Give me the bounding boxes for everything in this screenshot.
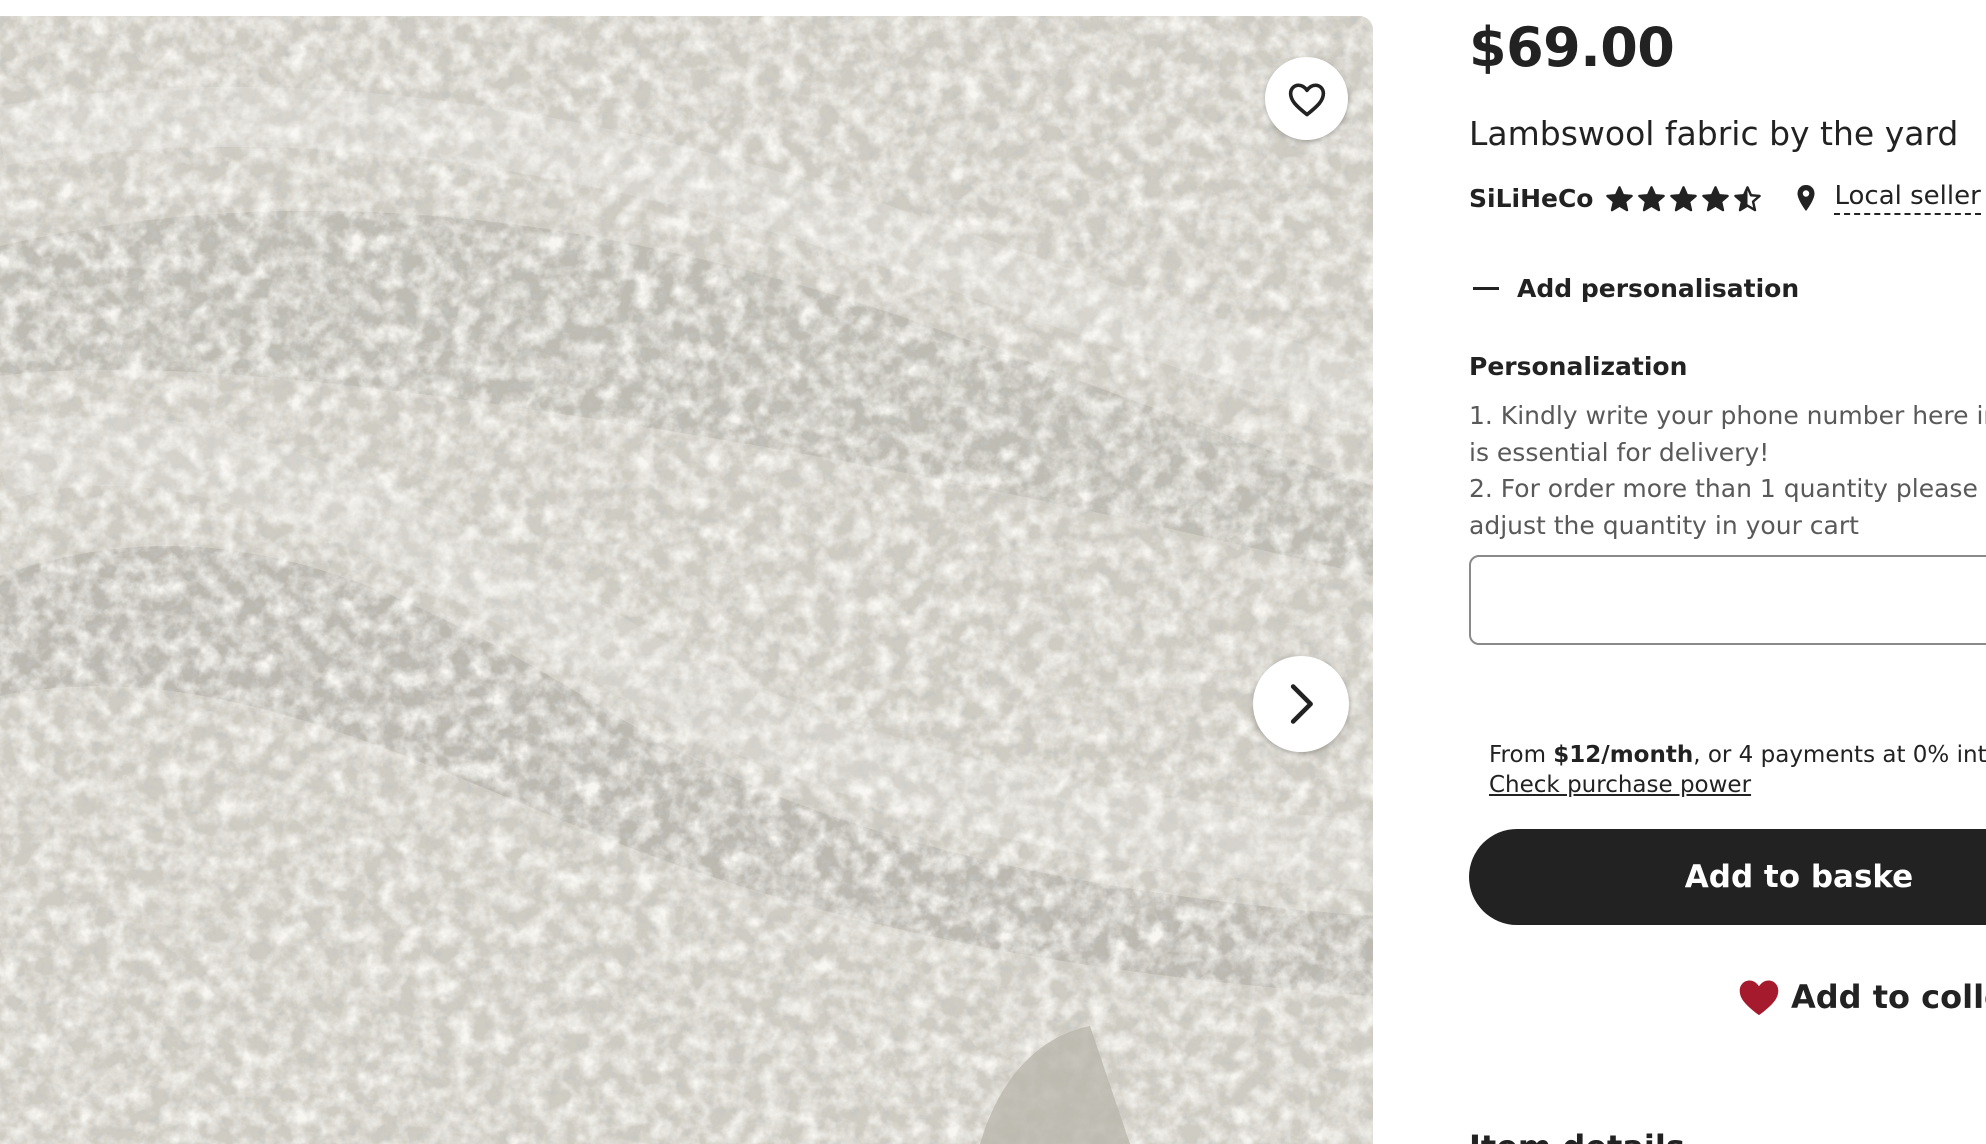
installment-info: From $12/month, or 4 payments at 0% inte… (1489, 740, 1986, 800)
seller-row: SiLiHeCo Local seller (1469, 180, 1981, 216)
star-icon (1670, 185, 1698, 211)
next-image-button[interactable] (1253, 656, 1349, 752)
product-image[interactable] (0, 16, 1373, 1144)
heart-outline-icon (1288, 82, 1325, 116)
instruction-line: is essential for delivery! (1469, 437, 1770, 467)
fabric-photo (0, 16, 1373, 1144)
item-details-heading[interactable]: Item details (1469, 1128, 1685, 1144)
add-to-basket-button[interactable]: Add to baske (1469, 829, 1986, 925)
minus-icon (1473, 286, 1499, 290)
personalization-label: Personalization (1469, 352, 1688, 381)
star-rating[interactable] (1605, 184, 1762, 213)
favorite-button[interactable] (1265, 57, 1348, 140)
add-personalisation-label: Add personalisation (1517, 273, 1800, 303)
local-seller-link[interactable]: Local seller (1834, 181, 1981, 215)
check-purchase-power-link[interactable]: Check purchase power (1489, 770, 1751, 800)
installment-suffix: , or 4 payments at 0% inter (1693, 742, 1986, 768)
personalization-instructions: 1. Kindly write your phone number here i… (1469, 398, 1986, 544)
star-icon (1702, 185, 1730, 211)
instruction-line: 1. Kindly write your phone number here i… (1469, 401, 1986, 430)
add-personalisation-toggle[interactable]: Add personalisation (1469, 270, 1799, 306)
personalization-input[interactable] (1469, 555, 1986, 645)
instruction-line: 2. For order more than 1 quantity please… (1469, 474, 1986, 503)
shop-name-link[interactable]: SiLiHeCo (1469, 184, 1593, 213)
buy-box: $69.00 Lambswool fabric by the yard SiLi… (1469, 0, 1986, 1144)
add-to-basket-label: Add to baske (1684, 859, 1914, 895)
price: $69.00 (1469, 16, 1675, 79)
heart-filled-icon (1739, 980, 1779, 1016)
star-icon (1606, 185, 1634, 211)
add-to-collection-button[interactable]: Add to collec (1737, 975, 1986, 1019)
chevron-right-icon (1290, 684, 1313, 724)
listing-title: Lambswool fabric by the yard (1469, 114, 1959, 153)
instruction-line: adjust the quantity in your cart (1469, 510, 1859, 540)
add-to-collection-label: Add to collec (1791, 978, 1986, 1016)
star-icon (1734, 185, 1762, 211)
map-pin-icon (1796, 184, 1816, 212)
star-icon (1638, 185, 1666, 211)
installment-prefix: From (1489, 742, 1554, 768)
installment-amount: $12/month (1553, 742, 1694, 768)
